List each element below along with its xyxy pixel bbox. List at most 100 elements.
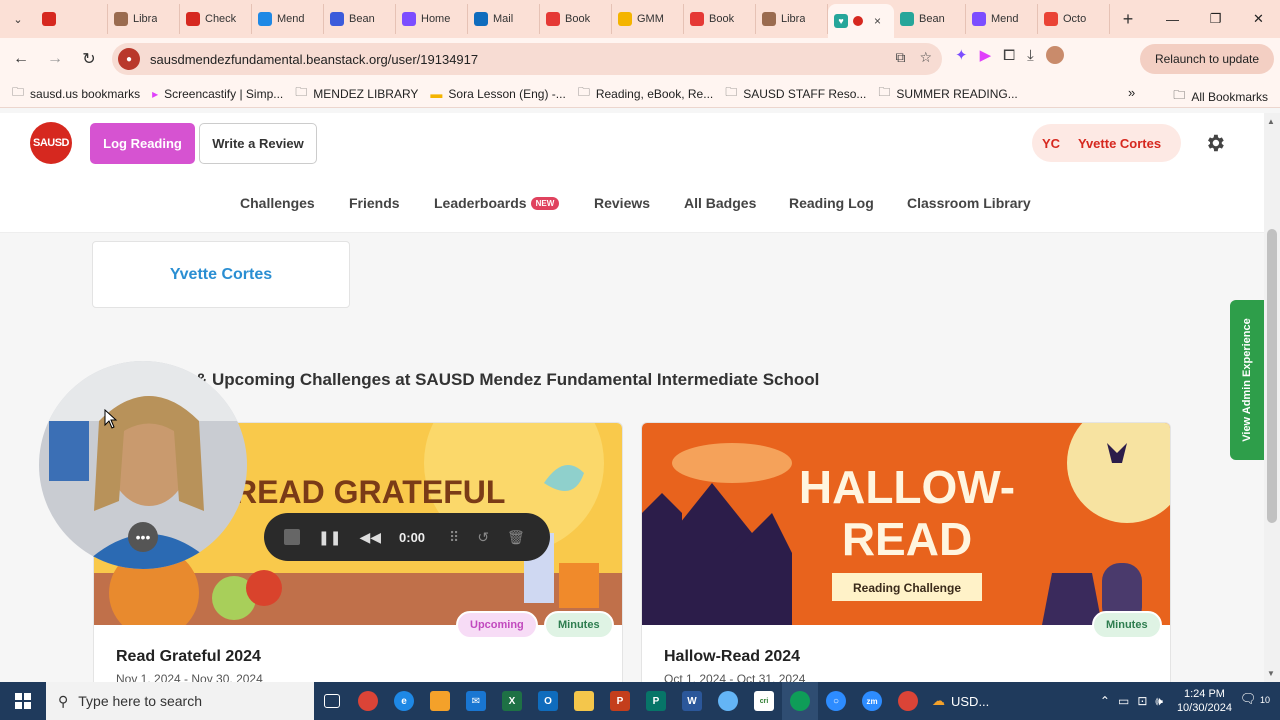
tab-search-button[interactable]: ⌄	[6, 7, 30, 31]
close-tab-icon[interactable]: ×	[874, 14, 881, 28]
user-menu[interactable]: YC Yvette Cortes	[1032, 124, 1181, 162]
browser-tab[interactable]: Mend	[252, 4, 324, 34]
taskbar-chrome-profile[interactable]	[782, 682, 818, 720]
taskbar-publisher[interactable]: P	[638, 682, 674, 720]
taskbar-outlook[interactable]: O	[530, 682, 566, 720]
taskbar-clock[interactable]: 1:24 PM 10/30/2024	[1177, 687, 1232, 715]
taskbar-chrome-2[interactable]	[890, 682, 926, 720]
delete-icon[interactable]: 🗑	[507, 529, 525, 546]
nav-friends[interactable]: Friends	[349, 195, 400, 211]
relaunch-button[interactable]: Relaunch to update	[1140, 44, 1274, 74]
profile-name[interactable]: Yvette Cortes	[170, 266, 272, 284]
bookmark-item[interactable]: 🗀 sausd.us bookmarks	[12, 83, 140, 104]
rewind-icon[interactable]: ◀◀	[359, 529, 381, 546]
new-tab-button[interactable]: +	[1114, 9, 1142, 30]
pause-icon[interactable]: ❚❚	[318, 529, 341, 546]
taskbar-powerpoint[interactable]: P	[602, 682, 638, 720]
download-icon[interactable]: ⤓	[1027, 47, 1034, 64]
bookmark-star-icon[interactable]: ☆	[919, 49, 932, 66]
browser-tab[interactable]: Libra	[756, 4, 828, 34]
url-text[interactable]: sausdmendezfundamental.beanstack.org/use…	[150, 52, 478, 67]
back-button[interactable]: ←	[4, 42, 38, 76]
taskbar-zoom[interactable]: zm	[854, 682, 890, 720]
scroll-thumb[interactable]	[1267, 229, 1277, 523]
card-title[interactable]: Hallow-Read 2024	[664, 648, 800, 666]
drag-handle-icon[interactable]: ⠿	[449, 529, 459, 546]
nav-classroom-library[interactable]: Classroom Library	[907, 195, 1031, 211]
notification-center-button[interactable]: 🗨 10	[1240, 691, 1270, 707]
card-title[interactable]: Read Grateful 2024	[116, 648, 261, 666]
restart-icon[interactable]: ↺	[477, 529, 489, 546]
browser-tab[interactable]: Book	[540, 4, 612, 34]
close-window-button[interactable]: ✕	[1237, 0, 1280, 38]
hallow-read-banner[interactable]: HALLOW- READ Reading Challenge	[642, 423, 1171, 625]
taskbar-word[interactable]: W	[674, 682, 710, 720]
reload-button[interactable]: ↻	[72, 42, 106, 76]
webcam-more-button[interactable]: •••	[128, 522, 158, 552]
nav-leaderboards[interactable]: Leaderboards NEW	[434, 195, 560, 211]
taskbar-mail[interactable]: ✉	[458, 682, 494, 720]
browser-tab[interactable]: GMM	[612, 4, 684, 34]
challenge-card-hallow-read[interactable]: HALLOW- READ Reading Challenge Minutes H…	[641, 422, 1171, 682]
page-scrollbar[interactable]: ▲ ▼	[1264, 113, 1280, 682]
browser-tab[interactable]: Check	[180, 4, 252, 34]
bookmark-item[interactable]: 🗀 MENDEZ LIBRARY	[295, 83, 418, 104]
browser-tab[interactable]: Mail	[468, 4, 540, 34]
taskbar-explorer[interactable]	[566, 682, 602, 720]
write-review-button[interactable]: Write a Review	[199, 123, 317, 164]
nav-reading-log[interactable]: Reading Log	[789, 195, 874, 211]
address-bar[interactable]: ● sausdmendezfundamental.beanstack.org/u…	[112, 43, 942, 75]
profile-card[interactable]: Yvette Cortes	[92, 241, 350, 308]
install-app-icon[interactable]: ⧉	[895, 49, 905, 66]
bookmark-item[interactable]: 🗀 Reading, eBook, Re...	[578, 83, 713, 104]
browser-tab[interactable]	[36, 4, 108, 34]
taskbar-cricut[interactable]: cri	[746, 682, 782, 720]
taskbar-weather[interactable]: ☁ USD...	[932, 693, 989, 709]
extension-icon[interactable]: ✦	[955, 46, 968, 64]
bookmark-item[interactable]: ▬ Sora Lesson (Eng) -...	[430, 83, 565, 104]
recording-site-icon[interactable]: ●	[118, 48, 140, 70]
nav-challenges[interactable]: Challenges	[240, 195, 315, 211]
scroll-up-arrow-icon[interactable]: ▲	[1267, 117, 1275, 126]
sausd-logo[interactable]: SAUSD	[30, 122, 72, 164]
battery-icon[interactable]: ▭	[1118, 694, 1129, 708]
gear-icon[interactable]	[1204, 132, 1226, 154]
nav-reviews[interactable]: Reviews	[594, 195, 650, 211]
taskbar-chrome[interactable]	[350, 682, 386, 720]
network-icon[interactable]: ⊡	[1137, 694, 1147, 708]
restore-button[interactable]: ❐	[1194, 0, 1237, 38]
browser-tab[interactable]: Octo	[1038, 4, 1110, 34]
volume-icon[interactable]: 🕪	[1155, 694, 1163, 709]
task-view-button[interactable]	[314, 682, 350, 720]
view-admin-experience-tab[interactable]: View Admin Experience	[1230, 300, 1264, 460]
browser-tab[interactable]: Libra	[108, 4, 180, 34]
all-bookmarks-button[interactable]: 🗀 All Bookmarks	[1173, 86, 1268, 107]
browser-tab[interactable]: Mend	[966, 4, 1038, 34]
start-button[interactable]	[0, 682, 46, 720]
browser-tab[interactable]: Book	[684, 4, 756, 34]
profile-avatar[interactable]	[1045, 46, 1064, 64]
tray-overflow-icon[interactable]: ⌃	[1100, 694, 1110, 708]
forward-button[interactable]: →	[38, 42, 72, 76]
bookmark-item[interactable]: 🗀 SAUSD STAFF Reso...	[725, 83, 866, 104]
taskbar-store[interactable]	[422, 682, 458, 720]
active-tab[interactable]: ♥ ×	[828, 4, 894, 38]
bookmark-item[interactable]: ▸ Screencastify | Simp...	[152, 83, 283, 104]
bookmark-item[interactable]: 🗀 SUMMER READING...	[878, 83, 1017, 104]
scroll-down-arrow-icon[interactable]: ▼	[1267, 669, 1275, 678]
bookmarks-overflow-button[interactable]: »	[1128, 85, 1135, 100]
taskbar-snip[interactable]	[710, 682, 746, 720]
extensions-puzzle-icon[interactable]: ⧠	[1003, 47, 1015, 64]
nav-all-badges[interactable]: All Badges	[684, 195, 756, 211]
minimize-button[interactable]: —	[1151, 0, 1194, 38]
taskbar-zoom-app[interactable]: ○	[818, 682, 854, 720]
taskbar-edge[interactable]: e	[386, 682, 422, 720]
log-reading-button[interactable]: Log Reading	[90, 123, 195, 164]
browser-tab[interactable]: Home	[396, 4, 468, 34]
taskbar-search[interactable]: ⚲ Type here to search	[46, 682, 314, 720]
stop-recording-button[interactable]	[284, 529, 300, 545]
browser-tab[interactable]: Bean	[324, 4, 396, 34]
screencastify-icon[interactable]: ▶	[980, 46, 992, 64]
browser-tab[interactable]: Bean	[894, 4, 966, 34]
taskbar-excel[interactable]: X	[494, 682, 530, 720]
